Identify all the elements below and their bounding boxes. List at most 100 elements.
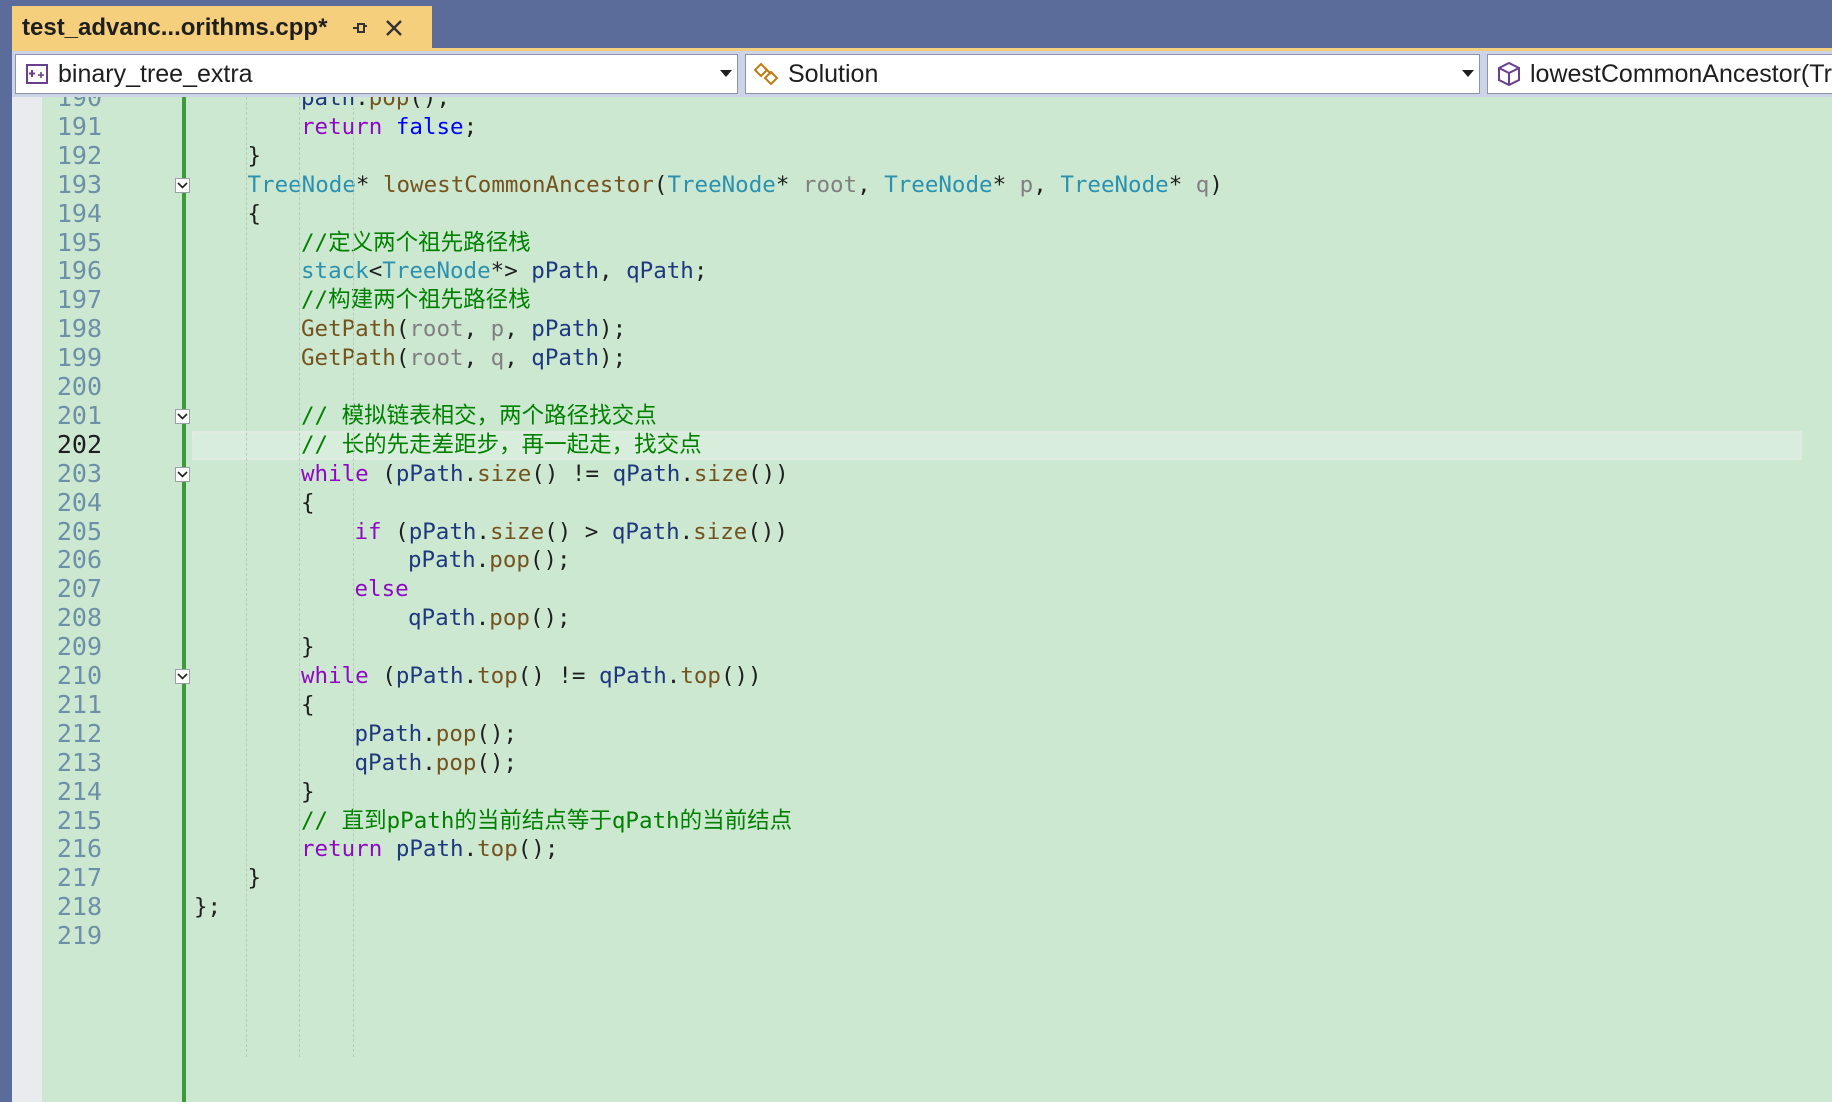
code-token: . [666,663,681,689]
code-token: ()) [720,663,762,689]
code-line[interactable]: 192} [42,141,1832,171]
code-token: while [301,460,369,487]
code-token: * [1168,171,1196,198]
code-text: //构建两个祖先路径栈 [301,286,531,315]
code-token: //构建两个祖先路径栈 [301,287,531,314]
project-name: binary_tree_extra [58,59,253,88]
code-line[interactable]: 210 while (pPath.top() != qPath.top()) [42,661,1832,691]
code-text: { [301,489,315,518]
code-token: ); [599,316,627,343]
code-text: return false; [301,113,477,142]
chevron-down-icon [1457,70,1479,78]
scope-dropdown[interactable]: Solution [745,54,1480,94]
class-icon [752,59,782,89]
code-token: . [475,547,490,574]
code-line[interactable]: 206 pPath.pop(); [42,545,1832,575]
code-text: { [248,200,262,229]
code-line[interactable]: 219 [42,921,1832,951]
document-tab[interactable]: test_advanc...orithms.cpp* [12,6,432,50]
code-line[interactable]: 218}; [42,892,1832,922]
code-token: pop [489,605,530,632]
code-token: if [354,518,382,545]
code-line[interactable]: 191 return false; [42,111,1832,142]
code-line[interactable]: 200 [42,372,1832,402]
close-icon[interactable] [381,15,407,41]
code-line[interactable]: 201 // 模拟链表相交，两个路径找交点 [42,401,1832,431]
code-token: top [477,836,518,863]
code-line[interactable]: 217} [42,863,1832,893]
code-token: pPath [395,460,464,487]
code-line[interactable]: 208 qPath.pop(); [42,603,1832,633]
code-line[interactable]: 204 { [42,488,1832,518]
code-text: }; [194,893,221,922]
code-token: ( [368,663,396,689]
code-line[interactable]: 194 { [42,198,1832,229]
code-token: TreeNode [247,171,356,198]
code-text: return pPath.top(); [301,835,558,864]
code-line[interactable]: 197 //构建两个祖先路径栈 [42,285,1832,315]
line-number: 216 [56,834,102,864]
code-line[interactable]: 196 stack<TreeNode*> pPath, qPath; [42,256,1832,286]
code-token: , [504,316,532,343]
fold-toggle-icon[interactable] [175,668,190,684]
code-line[interactable]: 193 TreeNode* lowestCommonAncestor(TreeNo… [42,170,1832,200]
code-editor[interactable]: 190 path.pop(); 191 return false; 192} 193 Tre… [12,97,1832,1102]
line-number: 214 [56,776,102,806]
code-text: TreeNode* lowestCommonAncestor(TreeNode*… [248,171,1223,200]
line-number: 190 [56,97,102,112]
code-token: *> [490,258,532,285]
code-token: . [680,460,694,487]
fold-toggle-icon[interactable] [175,466,190,482]
code-line[interactable]: 214} [42,776,1832,807]
line-number: 213 [56,747,102,777]
code-token: size [477,460,532,487]
code-token: pPath [395,836,464,863]
line-number: 194 [56,198,102,228]
code-text: else [355,575,409,604]
code-line[interactable]: 190 path.pop(); [42,97,1832,113]
line-number: 215 [56,805,102,835]
code-token: . [679,518,694,545]
fold-toggle-icon[interactable] [175,177,190,193]
member-dropdown[interactable]: lowestCommonAncestor(Tre [1487,54,1832,94]
code-text: pPath.pop(); [355,720,518,749]
code-token: . [422,749,436,776]
fold-toggle-icon[interactable] [175,408,190,424]
code-text: stack<TreeNode*> pPath, qPath; [301,257,707,286]
code-line[interactable]: 209} [42,632,1832,662]
code-text: } [248,142,262,171]
code-line[interactable]: 212 pPath.pop(); [42,719,1832,749]
code-token: size [489,518,545,545]
code-line[interactable]: 203 while (pPath.size() != qPath.size()) [42,459,1832,489]
line-number: 191 [56,111,102,141]
code-token: p [490,316,505,343]
code-line[interactable]: 207 else [42,574,1832,604]
line-number: 217 [56,863,102,893]
code-token: GetPath [301,345,396,372]
pin-icon[interactable] [349,17,371,39]
code-token: , [504,345,532,372]
code-token: (); [529,547,571,574]
code-text: while (pPath.top() != qPath.top()) [301,662,762,691]
line-number: 195 [56,227,102,257]
code-line[interactable]: 202 // 长的先走差距步，再一起走，找交点 [42,430,1832,460]
line-number: 196 [56,256,102,286]
method-cube-icon [1494,59,1524,89]
code-token: * [355,171,383,198]
code-token: ); [599,345,627,372]
code-line[interactable]: 211 { [42,690,1832,720]
code-line[interactable]: 199 GetPath(root, q, qPath); [42,343,1832,373]
code-text: // 长的先走差距步，再一起走，找交点 [301,431,702,460]
code-token: () > [544,518,612,545]
code-line[interactable]: 195 //定义两个祖先路径栈 [42,227,1832,258]
code-line[interactable]: 205 if (pPath.size() > qPath.size()) [42,517,1832,547]
code-token: (); [409,97,451,111]
code-line[interactable]: 198 GetPath(root, p, pPath); [42,314,1832,344]
code-token: qPath [612,460,681,487]
code-token: ( [395,316,410,343]
code-line[interactable]: 213 qPath.pop(); [42,747,1832,778]
code-token: pop [368,97,410,111]
code-line[interactable]: 216 return pPath.top(); [42,834,1832,864]
project-dropdown[interactable]: binary_tree_extra [15,54,738,94]
code-line[interactable]: 215 // 直到pPath的当前结点等于qPath的当前结点 [42,805,1832,836]
